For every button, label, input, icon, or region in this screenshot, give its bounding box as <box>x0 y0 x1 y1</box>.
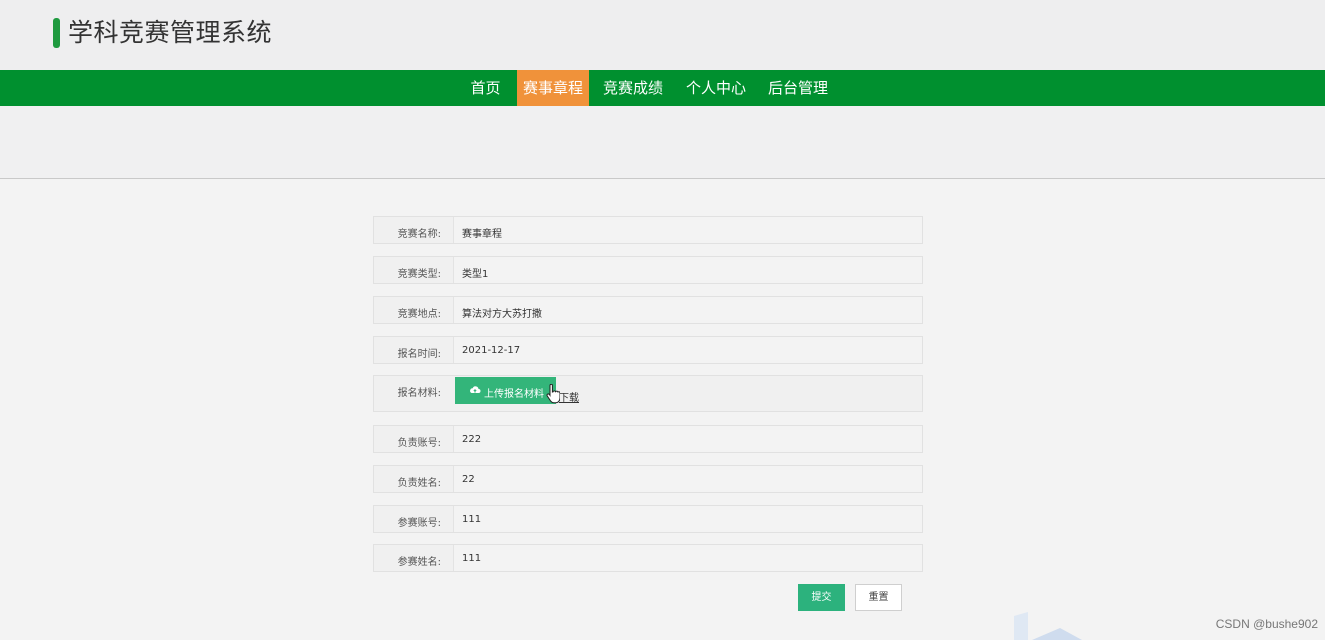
owner-name-input[interactable]: 22 <box>453 466 922 492</box>
page: 学科竞赛管理系统 首页 赛事章程 竞赛成绩 个人中心 后台管理 竞赛名称: 赛事… <box>0 0 1332 640</box>
field-label: 负责姓名: <box>397 478 441 489</box>
nav-item-home[interactable]: 首页 <box>462 70 509 106</box>
competition-location-input[interactable]: 算法对方大苏打撒 <box>453 297 922 323</box>
form-row-competition-type: 竞赛类型: 类型1 <box>373 256 923 284</box>
participant-account-input[interactable]: 111 <box>453 506 922 532</box>
site-title: 学科竞赛管理系统 <box>68 18 273 47</box>
watermark-shape <box>1014 612 1082 640</box>
form-row-participant-account: 参赛账号: 111 <box>373 505 923 533</box>
reset-button[interactable]: 重置 <box>855 584 902 611</box>
form-row-registration-time: 报名时间: 2021-12-17 <box>373 336 923 364</box>
upload-button-label: 上传报名材料 <box>484 389 544 400</box>
form-row-owner-account: 负责账号: 222 <box>373 425 923 453</box>
registration-time-input[interactable]: 2021-12-17 <box>453 337 922 363</box>
field-label: 报名材料: <box>397 388 441 399</box>
field-label: 参赛姓名: <box>397 557 441 568</box>
form-row-competition-location: 竞赛地点: 算法对方大苏打撒 <box>373 296 923 324</box>
submit-button[interactable]: 提交 <box>798 584 845 611</box>
field-label: 竞赛地点: <box>397 309 441 320</box>
competition-type-input[interactable]: 类型1 <box>453 257 922 283</box>
field-label: 竞赛类型: <box>397 269 441 280</box>
field-label: 负责账号: <box>397 438 441 449</box>
nav-item-admin[interactable]: 后台管理 <box>763 70 833 106</box>
competition-name-input[interactable]: 赛事章程 <box>453 217 922 243</box>
watermark-text: CSDN @bushe902 <box>1215 617 1318 631</box>
participant-name-input[interactable]: 111 <box>453 545 922 571</box>
cloud-upload-icon <box>470 386 481 393</box>
field-label: 报名时间: <box>397 349 441 360</box>
main-nav: 首页 赛事章程 竞赛成绩 个人中心 后台管理 <box>0 70 1325 106</box>
site-header: 学科竞赛管理系统 <box>0 0 1325 70</box>
form-row-registration-material: 报名材料: 上传报名材料 下载 <box>373 375 923 412</box>
form-row-participant-name: 参赛姓名: 111 <box>373 544 923 572</box>
upload-material-button[interactable]: 上传报名材料 <box>455 377 556 404</box>
nav-item-results[interactable]: 竞赛成绩 <box>598 70 668 106</box>
right-edge <box>1325 0 1332 640</box>
title-accent-bar <box>53 18 60 48</box>
field-label: 参赛账号: <box>397 518 441 529</box>
hand-pointer-cursor <box>546 384 560 404</box>
field-label: 竞赛名称: <box>397 229 441 240</box>
download-link[interactable]: 下载 <box>559 389 579 404</box>
form-row-competition-name: 竞赛名称: 赛事章程 <box>373 216 923 244</box>
form-row-owner-name: 负责姓名: 22 <box>373 465 923 493</box>
banner-area <box>0 106 1325 179</box>
nav-item-rules[interactable]: 赛事章程 <box>517 70 589 106</box>
nav-item-profile[interactable]: 个人中心 <box>681 70 751 106</box>
owner-account-input[interactable]: 222 <box>453 426 922 452</box>
